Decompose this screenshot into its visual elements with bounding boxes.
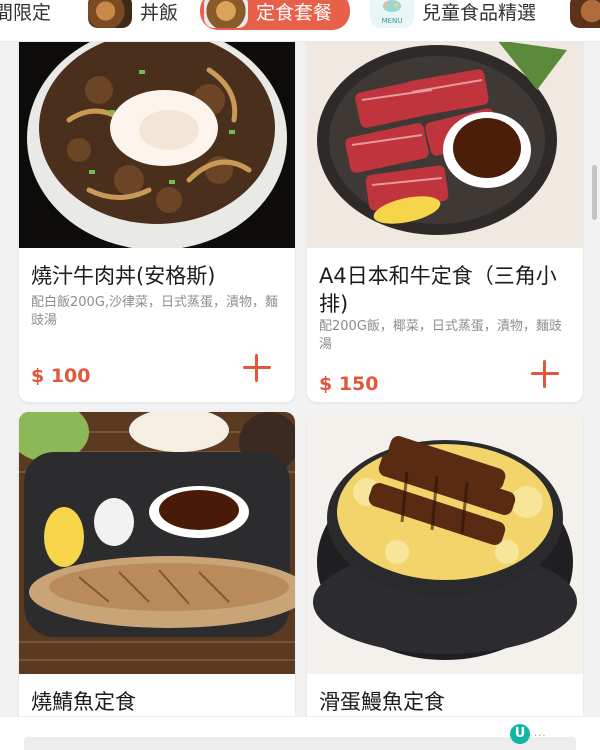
menu-thumbnail-icon: MENU: [370, 0, 414, 28]
category-label: 丼飯: [140, 1, 179, 24]
category-label: 定食套餐: [256, 1, 333, 24]
beef-bowl-photo: [19, 30, 295, 248]
menu-icon: MENU: [382, 0, 403, 25]
item-name: 燒鯖魚定食: [31, 690, 136, 714]
category-bar: 間限定 丼飯 定食套餐 MENU 兒童食品精選: [0, 0, 600, 42]
food-thumbnail-icon: [570, 0, 600, 28]
wagyu-set-photo: [307, 30, 583, 248]
category-tab-set-meal[interactable]: 定食套餐: [200, 0, 351, 30]
eel-egg-photo: [307, 412, 583, 674]
category-tab-limited[interactable]: 間限定: [0, 0, 51, 30]
menu-item-card[interactable]: 燒汁牛肉丼(安格斯) 配白飯200G,沙律菜，日式蒸蛋，漬物，麵豉湯 $ 100: [19, 30, 295, 402]
item-name: A4日本和牛定食（三角小排): [319, 264, 557, 316]
bottom-action-bar[interactable]: [24, 737, 576, 750]
item-name: 燒汁牛肉丼(安格斯): [31, 264, 216, 288]
menu-item-card[interactable]: 滑蛋鰻魚定食: [307, 412, 583, 732]
category-tab-next[interactable]: [570, 0, 600, 30]
food-thumbnail-icon: [88, 0, 132, 28]
item-description: 配200G飯，椰菜，日式蒸蛋，漬物，麵豉湯: [319, 319, 562, 352]
item-description: 配白飯200G,沙律菜，日式蒸蛋，漬物，麵豉湯: [31, 295, 279, 328]
category-label: 間限定: [0, 1, 52, 24]
scrollbar[interactable]: [592, 165, 597, 220]
category-tab-kids[interactable]: MENU 兒童食品精選: [370, 0, 536, 30]
watermark-dots: ...: [534, 728, 547, 739]
category-tab-donburi[interactable]: 丼飯: [88, 0, 178, 30]
food-thumbnail-icon: [204, 0, 248, 28]
menu-item-card[interactable]: 燒鯖魚定食: [19, 412, 295, 732]
category-label: 兒童食品精選: [422, 1, 537, 24]
watermark-logo-icon: U: [510, 724, 530, 744]
menu-thumb-text: MENU: [382, 17, 403, 25]
menu-item-card[interactable]: A4日本和牛定食（三角小排) 配200G飯，椰菜，日式蒸蛋，漬物，麵豉湯 $ 1…: [307, 30, 583, 402]
item-name: 滑蛋鰻魚定食: [319, 690, 445, 714]
item-price: $ 150: [319, 373, 379, 395]
item-price: $ 100: [31, 365, 91, 387]
grilled-mackerel-photo: [19, 412, 295, 674]
add-to-cart-plus-icon[interactable]: [243, 354, 271, 382]
add-to-cart-plus-icon[interactable]: [531, 360, 559, 388]
